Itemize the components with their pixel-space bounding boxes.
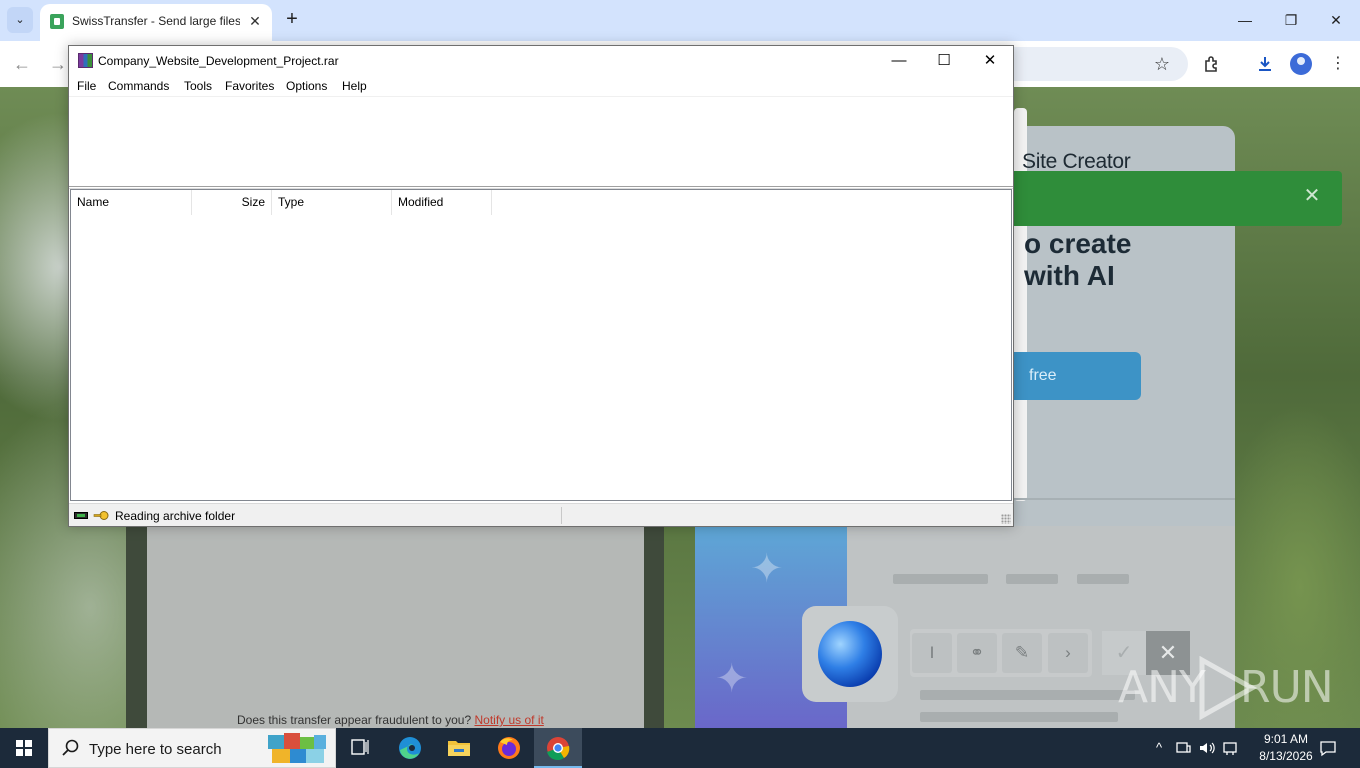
windows-taskbar: Type here to search ^ 9:01 AM 8/13/2026 [0, 728, 1360, 768]
fraud-question: Does this transfer appear fraudulent to … [237, 713, 472, 727]
tray-overflow-chevron-icon[interactable]: ^ [1149, 738, 1169, 758]
network-icon[interactable] [1173, 738, 1193, 758]
link-icon[interactable]: ⚭ [957, 633, 997, 673]
try-free-button[interactable]: free [1014, 352, 1141, 400]
tab-title: SwissTransfer - Send large files [72, 14, 240, 28]
column-header-size[interactable]: Size [192, 190, 272, 215]
sparkle-icon: ✦ [715, 657, 749, 701]
notification-center-icon[interactable] [1318, 738, 1338, 758]
winrar-app-icon [78, 53, 93, 68]
search-icon [62, 739, 79, 756]
chrome-menu-kebab-icon[interactable]: ⋮ [1325, 51, 1351, 77]
browser-restore-button[interactable]: ❐ [1276, 8, 1306, 32]
clock-date: 8/13/2026 [1259, 749, 1313, 763]
menu-help[interactable]: Help [342, 79, 367, 93]
skeleton-line [1077, 574, 1129, 584]
windows-logo-icon [16, 740, 32, 756]
winrar-maximize-button[interactable]: ☐ [921, 46, 967, 76]
winrar-window: Company_Website_Development_Project.rar … [68, 45, 1014, 527]
column-header-type[interactable]: Type [272, 190, 392, 215]
resize-grip[interactable] [1001, 514, 1011, 524]
ai-orb-icon[interactable] [818, 621, 882, 687]
start-button[interactable] [0, 728, 48, 768]
key-icon[interactable] [93, 510, 109, 521]
card-headline-line1: o create [1024, 228, 1132, 259]
bookmark-star-icon[interactable]: ☆ [1150, 52, 1174, 76]
column-header-modified[interactable]: Modified [392, 190, 492, 215]
firefox-icon[interactable] [485, 728, 533, 768]
skeleton-line [920, 712, 1118, 722]
downloads-icon[interactable] [1252, 51, 1278, 77]
profile-avatar-icon[interactable] [1288, 51, 1314, 77]
search-highlight-puzzle-icon[interactable] [266, 731, 328, 765]
browser-tab-strip: ⌄ SwissTransfer - Send large files ✕ + —… [0, 0, 1360, 41]
status-separator [561, 507, 562, 524]
brush-icon[interactable]: ✎ [1002, 633, 1042, 673]
input-keyboard-icon[interactable] [1221, 738, 1241, 758]
italic-icon[interactable]: I [912, 633, 952, 673]
tab-search-button[interactable]: ⌄ [7, 7, 33, 33]
transfer-panel [147, 526, 644, 728]
winrar-minimize-button[interactable]: — [876, 46, 922, 76]
card-headline-line2: with AI [1024, 260, 1115, 291]
skeleton-line [893, 574, 988, 584]
anyrun-watermark: ANY RUN [1118, 656, 1334, 720]
column-header-name[interactable]: Name [71, 190, 192, 215]
archive-file-list[interactable]: Name Size Type Modified [70, 189, 1012, 501]
clock-time: 9:01 AM [1263, 732, 1309, 746]
extensions-puzzle-icon[interactable] [1199, 51, 1225, 77]
winrar-titlebar[interactable]: Company_Website_Development_Project.rar … [69, 46, 1013, 76]
chevron-right-icon[interactable]: › [1048, 633, 1088, 673]
card-headline: o create with AI [1024, 228, 1131, 292]
drive-icon[interactable] [74, 512, 88, 519]
swisstransfer-favicon-icon [50, 14, 64, 29]
skeleton-line [920, 690, 1135, 700]
task-view-icon[interactable] [336, 728, 384, 768]
winrar-title: Company_Website_Development_Project.rar [98, 54, 339, 68]
browser-tab-swisstransfer[interactable]: SwissTransfer - Send large files ✕ [40, 4, 272, 41]
tab-close-icon[interactable]: ✕ [246, 12, 264, 30]
menu-options[interactable]: Options [286, 79, 327, 93]
winrar-close-button[interactable]: ✕ [967, 46, 1013, 76]
sparkle-icon: ✦ [750, 547, 784, 591]
menu-tools[interactable]: Tools [184, 79, 212, 93]
watermark-text-right: RUN [1240, 662, 1334, 713]
back-arrow-icon[interactable]: ← [9, 51, 35, 77]
menu-file[interactable]: File [77, 79, 96, 93]
status-text: Reading archive folder [115, 509, 236, 523]
skeleton-line [1006, 574, 1058, 584]
search-placeholder: Type here to search [89, 741, 222, 758]
volume-icon[interactable] [1197, 738, 1217, 758]
chrome-icon[interactable] [534, 728, 582, 768]
notification-banner [1014, 171, 1342, 226]
taskbar-clock[interactable]: 9:01 AM 8/13/2026 [1250, 731, 1322, 765]
menu-commands[interactable]: Commands [108, 79, 169, 93]
winrar-menubar: File Commands Tools Favorites Options He… [69, 76, 1013, 96]
winrar-statusbar: Reading archive folder [69, 503, 1013, 526]
browser-close-button[interactable]: ✕ [1321, 8, 1351, 32]
watermark-text-left: ANY [1118, 662, 1206, 713]
card-divider [1014, 498, 1235, 500]
new-tab-button[interactable]: + [282, 8, 302, 32]
banner-close-icon[interactable]: ✕ [1300, 184, 1324, 208]
file-explorer-icon[interactable] [435, 728, 483, 768]
notify-us-link[interactable]: Notify us of it [474, 713, 543, 727]
winrar-toolbar [69, 96, 1013, 188]
menu-favorites[interactable]: Favorites [225, 79, 274, 93]
edge-browser-icon[interactable] [386, 728, 434, 768]
fraud-report-text: Does this transfer appear fraudulent to … [237, 713, 544, 727]
browser-minimize-button[interactable]: — [1230, 8, 1260, 32]
